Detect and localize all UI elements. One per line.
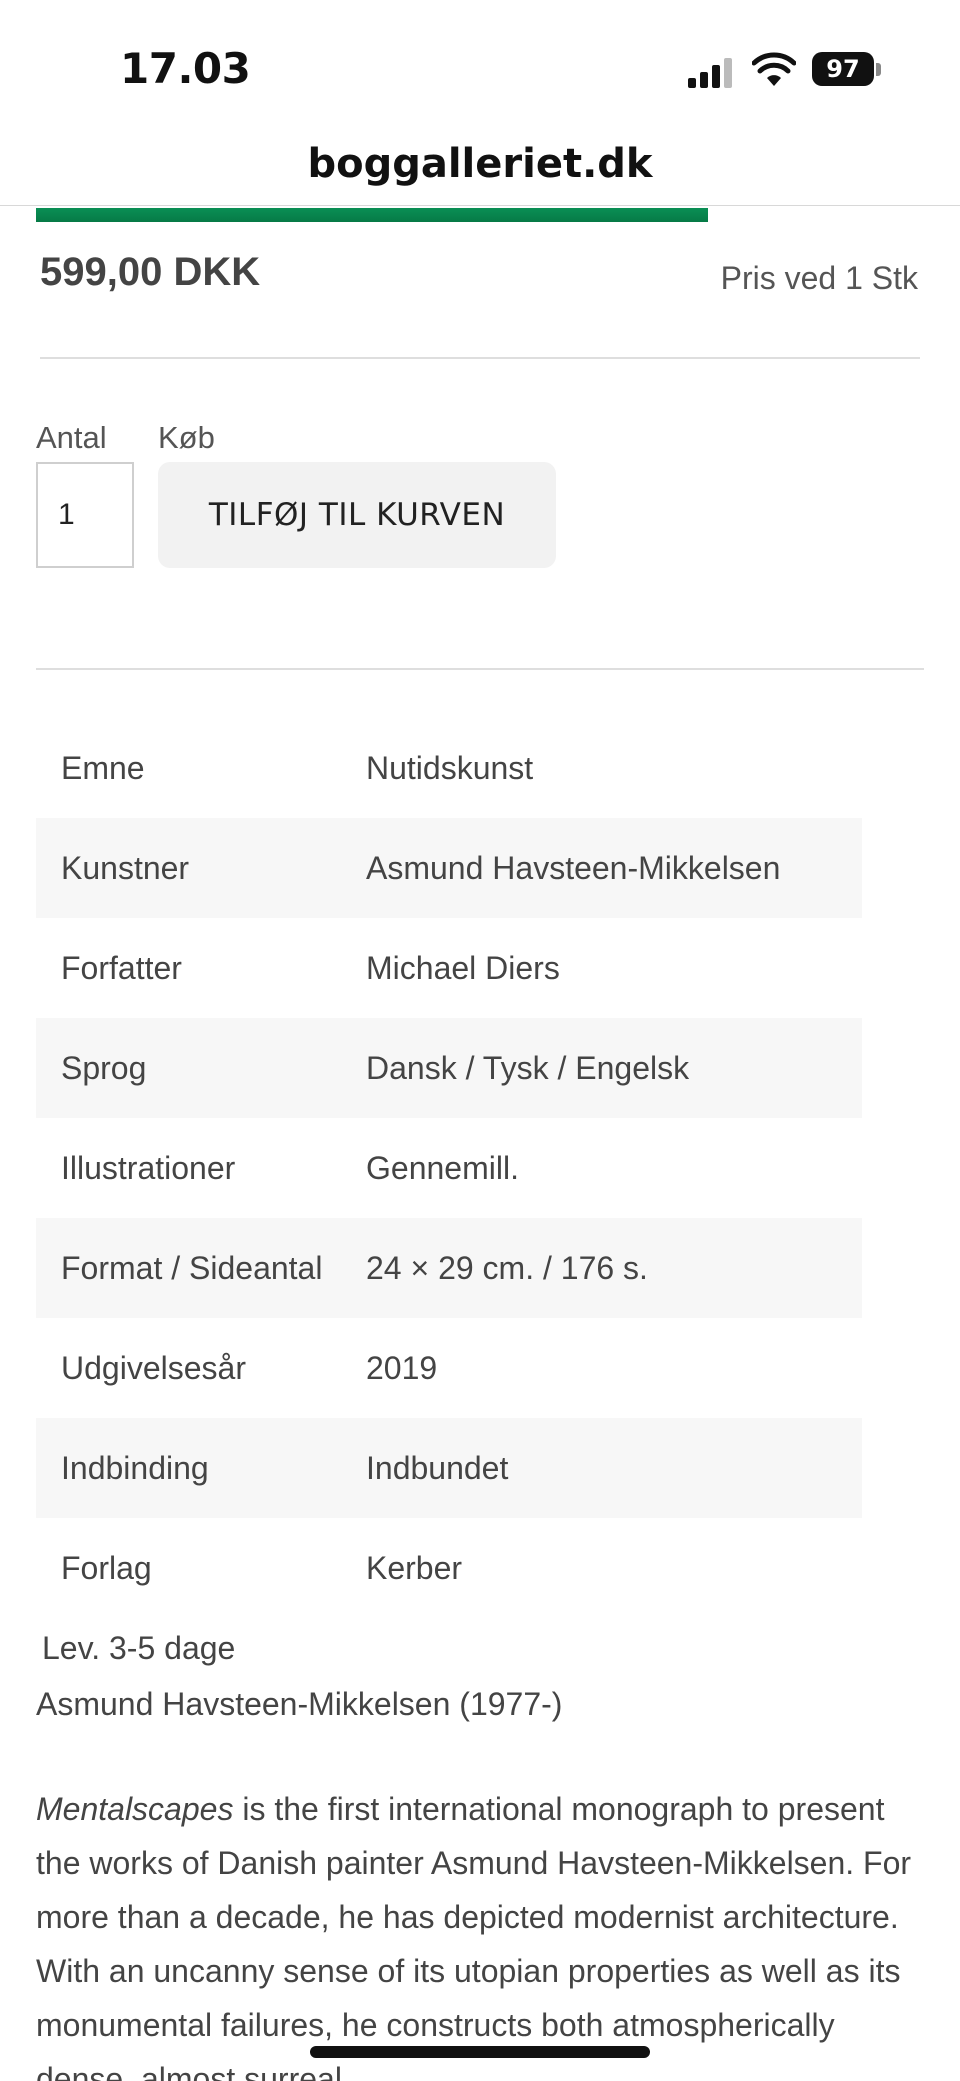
spec-value: Michael Diers <box>366 949 560 986</box>
spec-row: Udgivelsesår 2019 <box>36 1318 862 1418</box>
spec-row: Forfatter Michael Diers <box>36 918 862 1018</box>
spec-value: Kerber <box>366 1549 463 1586</box>
url-bar[interactable]: boggalleriet.dk <box>0 128 960 206</box>
status-time: 17.03 <box>120 44 251 93</box>
spec-row: Format / Sideantal 24 × 29 cm. / 176 s. <box>36 1218 862 1318</box>
spec-key: Udgivelsesår <box>61 1349 246 1386</box>
description-title: Mentalscapes <box>36 1791 234 1827</box>
divider <box>36 668 924 670</box>
spec-row: Indbinding Indbundet <box>36 1418 862 1518</box>
page: 17.03 97 boggalleriet.dk 599,00 DKK Pris… <box>0 0 960 2081</box>
spec-key: Forfatter <box>61 949 182 986</box>
spec-key: Sprog <box>61 1049 147 1086</box>
spec-row: Illustrationer Gennemill. <box>36 1118 862 1218</box>
spec-value: Nutidskunst <box>366 749 534 786</box>
status-bar: 17.03 97 <box>0 0 960 120</box>
spec-value: Gennemill. <box>366 1149 519 1186</box>
signal-icon <box>688 56 736 88</box>
spec-table: Emne Nutidskunst Kunstner Asmund Havstee… <box>36 718 862 1618</box>
price-unit: Pris ved 1 Stk <box>720 260 918 296</box>
spec-value: 24 × 29 cm. / 176 s. <box>366 1249 648 1286</box>
spec-value: 2019 <box>366 1349 438 1386</box>
spec-row: Kunstner Asmund Havsteen-Mikkelsen <box>36 818 862 918</box>
spec-key: Kunstner <box>61 849 190 886</box>
spec-key: Indbinding <box>61 1449 209 1486</box>
divider <box>40 357 920 359</box>
add-to-cart-button[interactable]: TILFØJ TIL KURVEN <box>158 462 556 568</box>
spec-key: Forlag <box>61 1549 152 1586</box>
spec-row: Forlag Kerber <box>36 1518 862 1618</box>
spec-value: Asmund Havsteen-Mikkelsen <box>366 849 781 886</box>
description-text: is the first international monograph to … <box>36 1791 912 2081</box>
product-description: Mentalscapes is the first international … <box>36 1782 926 2081</box>
buy-label: Køb <box>158 420 215 455</box>
battery-icon: 97 <box>812 52 874 86</box>
spec-row: Sprog Dansk / Tysk / Engelsk <box>36 1018 862 1118</box>
product-price: 599,00 DKK <box>40 250 261 294</box>
battery-tip <box>876 63 881 76</box>
delivery-time: Lev. 3-5 dage <box>42 1630 236 1666</box>
artist-line: Asmund Havsteen-Mikkelsen (1977-) <box>36 1686 563 1722</box>
spec-value: Indbundet <box>366 1449 509 1486</box>
home-indicator[interactable] <box>310 2046 650 2058</box>
green-banner-bar <box>36 208 708 222</box>
spec-key: Illustrationer <box>61 1149 236 1186</box>
quantity-input[interactable] <box>36 462 134 568</box>
spec-value: Dansk / Tysk / Engelsk <box>366 1049 690 1086</box>
wifi-icon <box>752 52 796 86</box>
spec-key: Emne <box>61 749 145 786</box>
spec-key: Format / Sideantal <box>61 1249 323 1286</box>
quantity-label: Antal <box>36 420 107 455</box>
spec-row: Emne Nutidskunst <box>36 718 862 818</box>
